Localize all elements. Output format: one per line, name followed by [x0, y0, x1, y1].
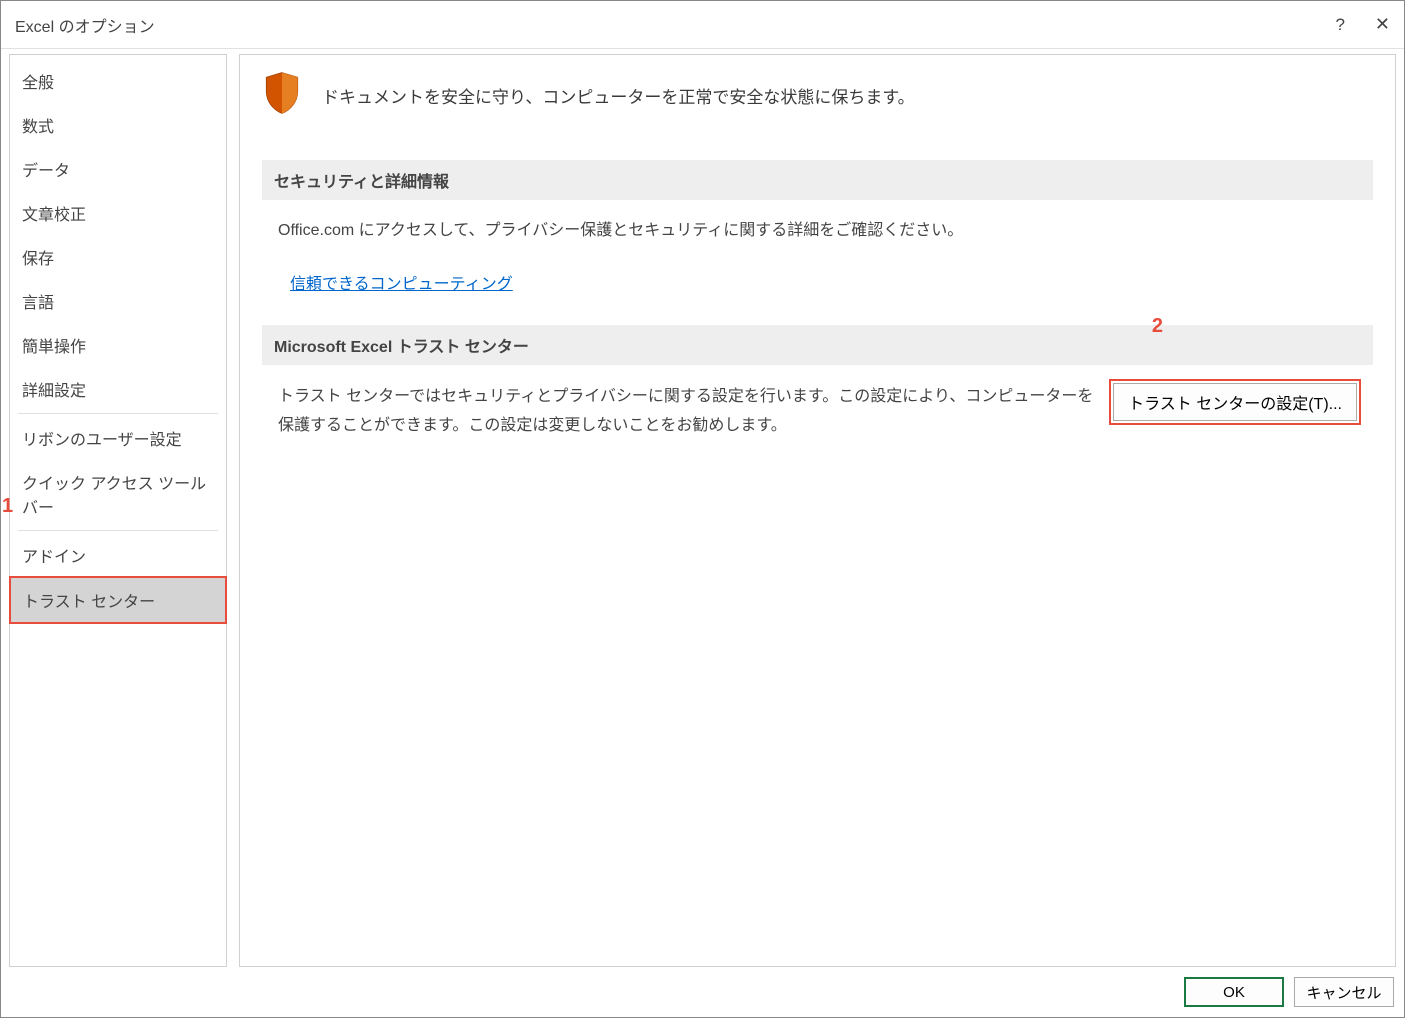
- sidebar-item-trustcenter[interactable]: トラスト センター: [10, 577, 226, 623]
- dialog-body: 1 全般 数式 データ 文章校正 保存 言語 簡単操作 詳細設定 リボンのユーザ…: [1, 49, 1404, 967]
- close-icon[interactable]: ✕: [1375, 14, 1390, 35]
- sidebar: 1 全般 数式 データ 文章校正 保存 言語 簡単操作 詳細設定 リボンのユーザ…: [9, 54, 227, 967]
- sidebar-item-ribbon[interactable]: リボンのユーザー設定: [10, 416, 226, 460]
- main-content: 2 ドキュメントを安全に守り、コンピューターを正常で安全な状態に保ちます。 セキ…: [239, 54, 1396, 967]
- sidebar-separator-2: [18, 530, 218, 531]
- shield-icon: [262, 71, 302, 120]
- sidebar-item-save[interactable]: 保存: [10, 235, 226, 279]
- ok-button[interactable]: OK: [1184, 977, 1284, 1007]
- sidebar-item-ease[interactable]: 簡単操作: [10, 323, 226, 367]
- sidebar-item-general[interactable]: 全般: [10, 59, 226, 103]
- section-trustcenter-header: Microsoft Excel トラスト センター: [262, 325, 1373, 365]
- sidebar-item-language[interactable]: 言語: [10, 279, 226, 323]
- dialog-footer: OK キャンセル: [1, 967, 1404, 1017]
- sidebar-item-advanced[interactable]: 詳細設定: [10, 367, 226, 411]
- sidebar-item-addins[interactable]: アドイン: [10, 533, 226, 577]
- options-dialog: Excel のオプション ? ✕ 1 全般 数式 データ 文章校正 保存 言語 …: [0, 0, 1405, 1018]
- trustcenter-settings-button[interactable]: トラスト センターの設定(T)...: [1113, 383, 1357, 421]
- sidebar-item-proofing[interactable]: 文章校正: [10, 191, 226, 235]
- header-text: ドキュメントを安全に守り、コンピューターを正常で安全な状態に保ちます。: [322, 83, 915, 108]
- titlebar-controls: ? ✕: [1335, 14, 1390, 35]
- sidebar-separator: [18, 413, 218, 414]
- section-security-text: Office.com にアクセスして、プライバシー保護とセキュリティに関する詳細…: [278, 218, 1357, 244]
- sidebar-item-formulas[interactable]: 数式: [10, 103, 226, 147]
- help-icon[interactable]: ?: [1335, 15, 1344, 35]
- sidebar-item-qat[interactable]: クイック アクセス ツール バー: [10, 460, 226, 528]
- sidebar-item-data[interactable]: データ: [10, 147, 226, 191]
- trustcenter-text: トラスト センターではセキュリティとプライバシーに関する設定を行います。この設定…: [278, 383, 1099, 441]
- section-security-body: Office.com にアクセスして、プライバシー保護とセキュリティに関する詳細…: [262, 218, 1373, 325]
- header-row: ドキュメントを安全に守り、コンピューターを正常で安全な状態に保ちます。: [262, 71, 1373, 120]
- trusted-computing-link[interactable]: 信頼できるコンピューティング: [290, 272, 513, 298]
- section-security-header: セキュリティと詳細情報: [262, 160, 1373, 200]
- cancel-button[interactable]: キャンセル: [1294, 977, 1394, 1007]
- trustcenter-row: トラスト センターではセキュリティとプライバシーに関する設定を行います。この設定…: [262, 383, 1373, 441]
- dialog-title: Excel のオプション: [15, 13, 155, 37]
- titlebar: Excel のオプション ? ✕: [1, 1, 1404, 49]
